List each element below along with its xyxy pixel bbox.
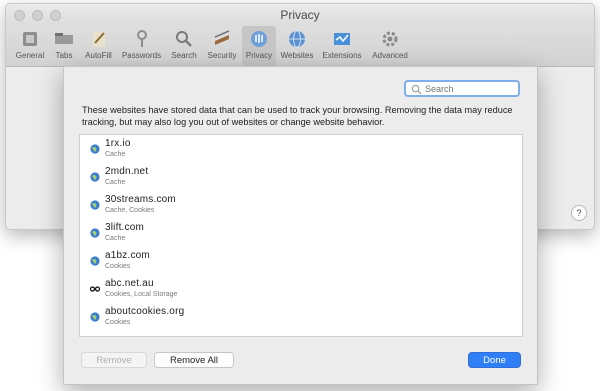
tab-label: Tabs <box>55 51 73 60</box>
privacy-icon <box>251 31 267 47</box>
tab-websites[interactable]: Websites <box>278 26 316 66</box>
tab-extensions[interactable]: Extensions <box>319 26 365 66</box>
tab-security[interactable]: Security <box>203 26 241 66</box>
advanced-icon <box>382 31 398 47</box>
tab-privacy[interactable]: Privacy <box>242 26 276 66</box>
site-detail: Cache <box>105 235 126 242</box>
tabs-icon <box>55 33 73 44</box>
search-icon <box>176 31 192 47</box>
tab-label: Passwords <box>121 51 162 60</box>
search-icon <box>411 84 422 95</box>
list-item[interactable]: 1rx.io Cache <box>80 135 522 163</box>
tab-label: Search <box>171 51 197 60</box>
extensions-icon <box>334 33 350 45</box>
tab-advanced[interactable]: Advanced <box>368 26 412 66</box>
website-data-sheet: These websites have stored data that can… <box>63 66 538 385</box>
passwords-icon <box>136 30 147 47</box>
site-detail: Cookies, Local Storage <box>105 291 178 298</box>
general-icon <box>23 32 37 46</box>
site-name: a1bz.com <box>105 250 150 261</box>
site-name: 3lift.com <box>105 222 145 233</box>
tab-label: General <box>15 51 45 60</box>
tab-label: Websites <box>280 51 314 60</box>
tab-tabs[interactable]: Tabs <box>50 26 78 66</box>
site-detail: Cookies <box>105 263 131 270</box>
tab-general[interactable]: General <box>14 26 46 66</box>
globe-icon <box>90 172 100 182</box>
site-detail: Cache <box>105 179 126 186</box>
window-title: Privacy <box>280 8 320 22</box>
tab-label: Extensions <box>322 51 362 60</box>
site-detail: Cookies <box>105 319 131 326</box>
security-icon <box>214 30 230 45</box>
tab-autofill[interactable]: AutoFill <box>81 26 116 66</box>
remove-button[interactable]: Remove <box>81 352 147 368</box>
site-name: abc.net.au <box>105 278 154 289</box>
titlebar: Privacy <box>6 4 594 26</box>
site-name: 1rx.io <box>105 138 131 149</box>
site-detail: Cache, Cookies <box>105 207 155 214</box>
list-item[interactable]: 2mdn.net Cache <box>80 163 522 191</box>
site-name: 30streams.com <box>105 194 176 205</box>
search-field[interactable] <box>404 80 520 97</box>
remove-all-button[interactable]: Remove All <box>154 352 234 368</box>
search-input[interactable] <box>425 83 515 95</box>
websites-icon <box>289 30 305 48</box>
tab-label: AutoFill <box>85 51 112 60</box>
globe-icon <box>90 228 100 238</box>
globe-icon <box>90 144 100 154</box>
abc-logo-icon <box>90 286 100 292</box>
list-item[interactable]: 30streams.com Cache, Cookies <box>80 191 522 219</box>
list-item[interactable]: 3lift.com Cache <box>80 219 522 247</box>
done-button[interactable]: Done <box>468 352 521 368</box>
tab-label: Security <box>207 51 237 60</box>
list-item[interactable]: a1bz.com Cookies <box>80 247 522 275</box>
globe-icon <box>90 256 100 266</box>
tab-label: Privacy <box>245 51 273 60</box>
list-item[interactable]: abc.net.au Cookies, Local Storage <box>80 275 522 303</box>
site-name: aboutcookies.org <box>105 306 185 317</box>
preferences-toolbar: General Tabs AutoFill Passwords Search S… <box>6 26 594 67</box>
website-list[interactable]: 1rx.io Cache 2mdn.net Cache 30streams.co… <box>79 134 523 337</box>
tab-label: Advanced <box>372 51 408 60</box>
sheet-description: These websites have stored data that can… <box>82 105 513 127</box>
autofill-icon <box>92 32 105 47</box>
help-button[interactable]: ? <box>571 205 587 221</box>
site-name: 2mdn.net <box>105 166 149 177</box>
list-item[interactable]: aboutcookies.org Cookies <box>80 303 522 331</box>
globe-icon <box>90 312 100 322</box>
tab-passwords[interactable]: Passwords <box>119 26 164 66</box>
globe-icon <box>90 200 100 210</box>
site-detail: Cache <box>105 151 126 158</box>
tab-search[interactable]: Search <box>167 26 201 66</box>
